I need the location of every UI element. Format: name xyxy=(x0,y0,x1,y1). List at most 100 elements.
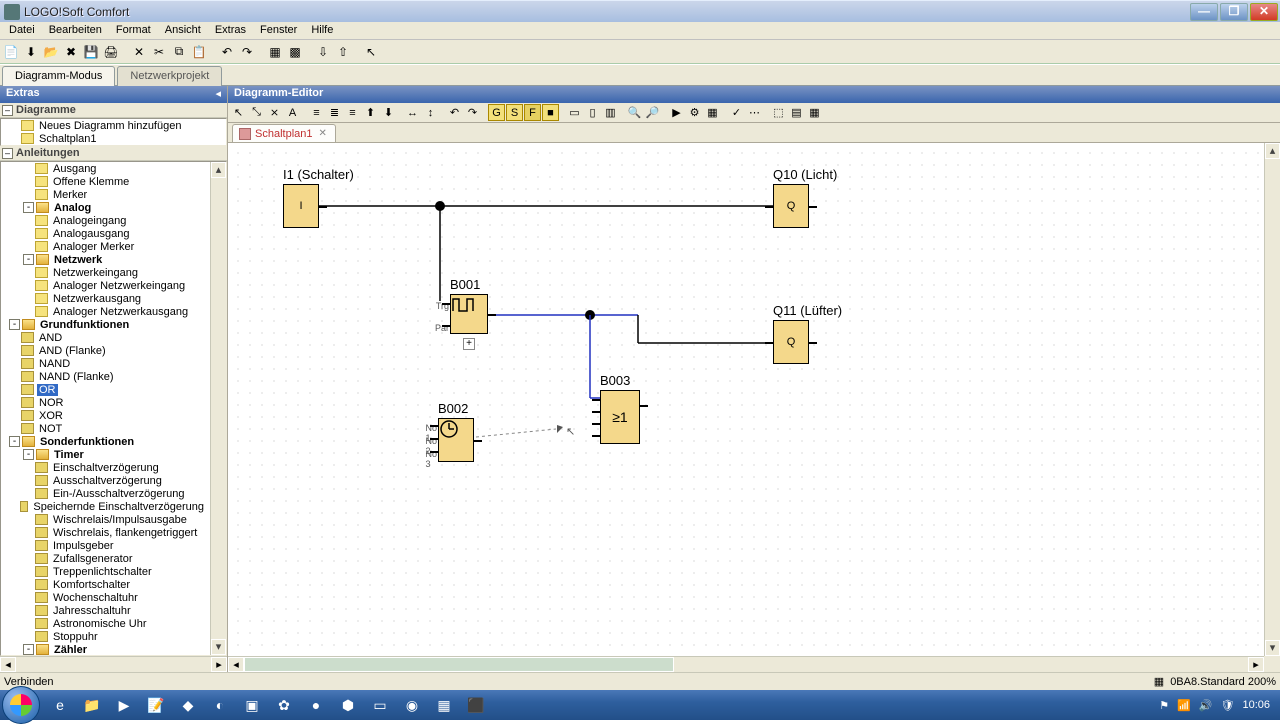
app9-icon[interactable]: ▦ xyxy=(430,694,458,716)
start-button[interactable] xyxy=(2,686,40,724)
menu-hilfe[interactable]: Hilfe xyxy=(304,22,340,39)
tree-item[interactable]: NAND (Flanke) xyxy=(1,370,210,383)
tree-item[interactable]: Wochenschaltuhr xyxy=(1,591,210,604)
undo2-icon[interactable]: ↶ xyxy=(446,104,463,121)
tree-item[interactable]: Impulsgeber xyxy=(1,539,210,552)
block-q10[interactable]: Q10 (Licht) Q xyxy=(773,167,837,228)
diagram-canvas[interactable]: ↖ I1 (Schalter) I Q10 (Licht) Q Q11 (Lüf… xyxy=(228,143,1264,656)
tree-item[interactable]: -Analog xyxy=(1,201,210,214)
tree-item[interactable]: NOR xyxy=(1,396,210,409)
download-icon[interactable]: ⬇ xyxy=(22,43,40,61)
app2-icon[interactable]: ◐ xyxy=(206,694,234,716)
tree-item[interactable]: Jahresschaltuhr xyxy=(1,604,210,617)
app4-icon[interactable]: ✿ xyxy=(270,694,298,716)
select-tool-icon[interactable]: ↖ xyxy=(230,104,247,121)
delete-icon[interactable]: ✕ xyxy=(130,43,148,61)
transfer-down-icon[interactable]: ⇩ xyxy=(314,43,332,61)
tab-close-icon[interactable]: ✕ xyxy=(317,128,329,139)
app5-icon[interactable]: ● xyxy=(302,694,330,716)
tree-item[interactable]: Netzwerkausgang xyxy=(1,292,210,305)
paste-icon[interactable]: 📋 xyxy=(190,43,208,61)
tree-item[interactable]: Schaltplan1 xyxy=(1,132,226,145)
toggle-icon[interactable]: - xyxy=(9,436,20,447)
pointer-icon[interactable]: ↖ xyxy=(362,43,380,61)
tree-item[interactable]: Analogeingang xyxy=(1,214,210,227)
text-tool-icon[interactable]: A xyxy=(284,104,301,121)
toggle-icon[interactable]: - xyxy=(23,644,34,655)
scroll-left2-icon[interactable]: ◂ xyxy=(228,657,244,672)
panel-collapse-icon[interactable]: ◂ xyxy=(215,87,221,102)
sf-icon[interactable]: S xyxy=(506,104,523,121)
tree-item[interactable]: -Netzwerk xyxy=(1,253,210,266)
valign-top-icon[interactable]: ⬆ xyxy=(362,104,379,121)
menu-format[interactable]: Format xyxy=(109,22,158,39)
block-q11[interactable]: Q11 (Lüfter) Q xyxy=(773,303,842,364)
redo2-icon[interactable]: ↷ xyxy=(464,104,481,121)
tree-item[interactable]: Komfortschalter xyxy=(1,578,210,591)
section-anleitungen[interactable]: –Anleitungen xyxy=(0,146,227,161)
tree-item[interactable]: Analoger Netzwerkausgang xyxy=(1,305,210,318)
zoom-in-icon[interactable]: 🔍 xyxy=(626,104,643,121)
transfer-up-icon[interactable]: ⇧ xyxy=(334,43,352,61)
expand-icon[interactable]: + xyxy=(463,338,475,350)
tree-item[interactable]: AND (Flanke) xyxy=(1,344,210,357)
app6-icon[interactable]: ⬢ xyxy=(334,694,362,716)
tree-item[interactable]: XOR xyxy=(1,409,210,422)
dist-h-icon[interactable]: ↔ xyxy=(404,104,421,121)
sf2-icon[interactable]: F xyxy=(524,104,541,121)
close-button[interactable]: ✕ xyxy=(1250,3,1278,21)
scroll-up-icon[interactable]: ▴ xyxy=(1265,143,1280,159)
tray-net-icon[interactable]: 📶 xyxy=(1177,699,1191,712)
online-icon[interactable]: ⚙ xyxy=(686,104,703,121)
undo-icon[interactable]: ↶ xyxy=(218,43,236,61)
tree-item[interactable]: Wischrelais/Impulsausgabe xyxy=(1,513,210,526)
dist-v-icon[interactable]: ↕ xyxy=(422,104,439,121)
tree-item[interactable]: NAND xyxy=(1,357,210,370)
tree-item[interactable]: Einschaltverzögerung xyxy=(1,461,210,474)
tree-item[interactable]: Analogausgang xyxy=(1,227,210,240)
collapse-icon[interactable]: – xyxy=(2,148,13,159)
app1-icon[interactable]: ◆ xyxy=(174,694,202,716)
scroll-up-icon[interactable]: ▴ xyxy=(211,162,226,178)
tree-item[interactable]: Astronomische Uhr xyxy=(1,617,210,630)
menu-fenster[interactable]: Fenster xyxy=(253,22,304,39)
tree-item[interactable]: OR xyxy=(1,383,210,396)
tree-item[interactable]: Neues Diagramm hinzufügen xyxy=(1,119,226,132)
menu-ansicht[interactable]: Ansicht xyxy=(158,22,208,39)
valign-bottom-icon[interactable]: ⬇ xyxy=(380,104,397,121)
page2-icon[interactable]: ▯ xyxy=(584,104,601,121)
scroll-down-icon[interactable]: ▾ xyxy=(1265,640,1280,656)
menu-bearbeiten[interactable]: Bearbeiten xyxy=(42,22,109,39)
tree-item[interactable]: Wischrelais, flankengetriggert xyxy=(1,526,210,539)
tree-item[interactable]: Analoger Netzwerkeingang xyxy=(1,279,210,292)
tray-shield-icon[interactable]: 🛡 xyxy=(1221,699,1235,712)
scroll-right-icon[interactable]: ▸ xyxy=(211,657,227,672)
tree-item[interactable]: Ausschaltverzögerung xyxy=(1,474,210,487)
redo-icon[interactable]: ↷ xyxy=(238,43,256,61)
tree-item[interactable]: Treppenlichtschalter xyxy=(1,565,210,578)
tray-vol-icon[interactable]: 🔊 xyxy=(1199,699,1213,712)
props-icon[interactable]: ⋯ xyxy=(746,104,763,121)
tray-clock[interactable]: 10:06 xyxy=(1242,699,1270,711)
notes-icon[interactable]: 📝 xyxy=(142,694,170,716)
editor-vscroll[interactable]: ▴ ▾ xyxy=(1264,143,1280,656)
editor-hscroll[interactable]: ◂ ▸ xyxy=(228,656,1264,672)
tree-item[interactable]: -Timer xyxy=(1,448,210,461)
sim-icon[interactable]: ▶ xyxy=(668,104,685,121)
align-right-icon[interactable]: ≡ xyxy=(344,104,361,121)
tree-item[interactable]: NOT xyxy=(1,422,210,435)
maximize-button[interactable]: ❐ xyxy=(1220,3,1248,21)
toggle-icon[interactable]: - xyxy=(9,319,20,330)
check-icon[interactable]: ✓ xyxy=(728,104,745,121)
tree-item[interactable]: Netzwerkeingang xyxy=(1,266,210,279)
cut-icon[interactable]: ✂ xyxy=(150,43,168,61)
hscroll-thumb[interactable] xyxy=(244,657,674,672)
tree-item[interactable]: Merker xyxy=(1,188,210,201)
block-b001[interactable]: B001 Trg Par + xyxy=(450,277,488,350)
ie-icon[interactable]: e xyxy=(46,694,74,716)
minimize-button[interactable]: — xyxy=(1190,3,1218,21)
maintab-netzwerkprojekt[interactable]: Netzwerkprojekt xyxy=(117,66,222,86)
layout1-icon[interactable]: ▦ xyxy=(266,43,284,61)
scroll-left-icon[interactable]: ◂ xyxy=(0,657,16,672)
connect-tool-icon[interactable]: ⤡ xyxy=(248,104,265,121)
